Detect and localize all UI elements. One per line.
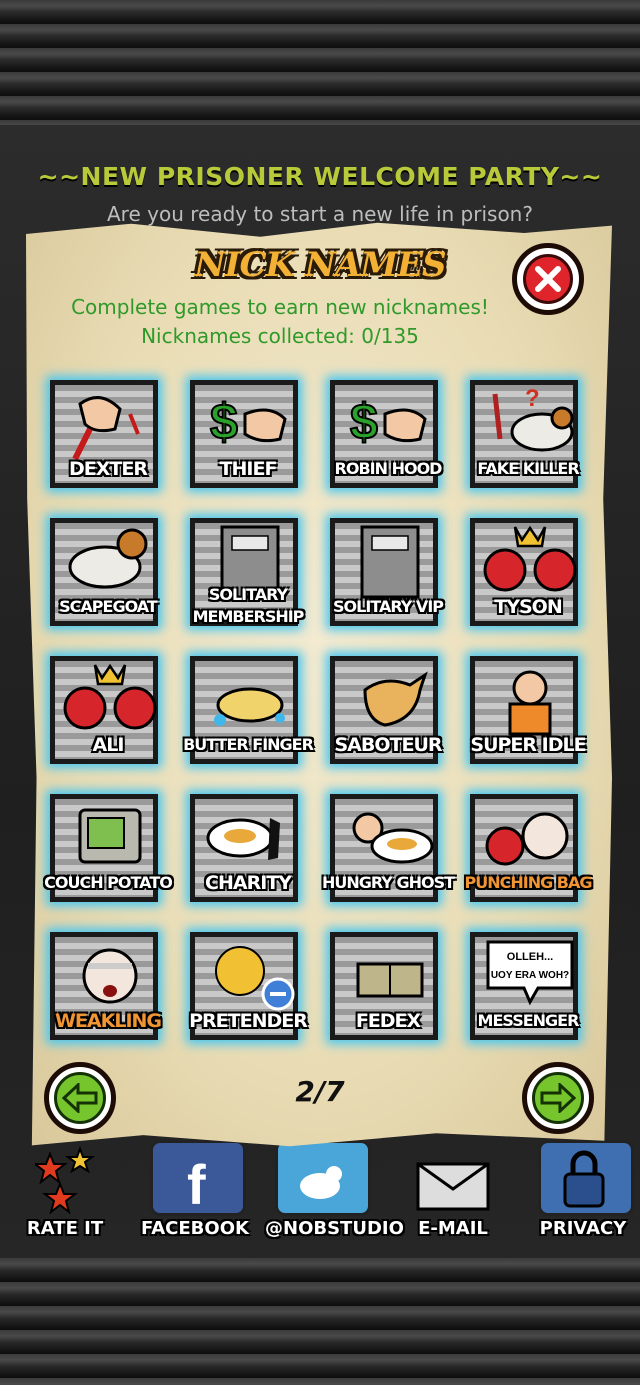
email-label: E-MAIL (418, 1218, 488, 1239)
twitter-button[interactable]: @NOBSTUDIO (265, 1130, 404, 1250)
ram-icon (68, 528, 148, 589)
arrow-right-icon (540, 1083, 576, 1113)
nickname-label: ROBIN HOOD (334, 459, 443, 478)
nickname-label: SOLITARY MEMBERSHIP (192, 585, 305, 626)
social-bar: RATE IT f FACEBOOK @NOBSTUDIO E-MAIL PRI… (0, 1130, 640, 1255)
nickname-card-thief[interactable]: $ THIEF (178, 372, 318, 508)
bandaged-face-icon (82, 948, 138, 1004)
tv-icon (78, 808, 142, 864)
close-button[interactable] (512, 243, 584, 315)
package-icon (356, 962, 424, 998)
nickname-card-charity[interactable]: CHARITY (178, 786, 318, 922)
nickname-label: COUCH POTATO (44, 873, 173, 892)
banner-subtitle: Are you ready to start a new life in pri… (107, 202, 533, 226)
nickname-card-scapegoat[interactable]: SCAPEGOAT (38, 510, 178, 646)
nickname-label: SUPER IDLE (470, 734, 586, 756)
nickname-card-saboteur[interactable]: SABOTEUR (318, 648, 458, 784)
money-hand-icon: $ (349, 393, 427, 451)
fist-plate-icon (352, 812, 434, 864)
food-minus-icon (215, 946, 295, 1011)
nickname-card-fedex[interactable]: FEDEX (318, 924, 458, 1060)
svg-text:?: ? (525, 385, 540, 412)
facebook-icon: f (187, 1153, 206, 1214)
padlock-icon (563, 1150, 605, 1208)
next-page-button[interactable] (522, 1062, 594, 1134)
nickname-label: MESSENGER (477, 1011, 580, 1030)
soap-icon (214, 687, 285, 726)
twitter-icon (300, 1166, 342, 1199)
nickname-label: ALI (92, 734, 125, 756)
bottom-bars (0, 1258, 640, 1385)
facebook-label: FACEBOOK (141, 1218, 249, 1239)
nickname-card-dexter[interactable]: DEXTER (38, 372, 178, 508)
nickname-label: SABOTEUR (334, 734, 442, 756)
bubble-line-1: OLLEH... (507, 951, 553, 963)
email-button[interactable]: E-MAIL (398, 1130, 508, 1250)
top-bars (0, 0, 640, 125)
sleeping-prisoner-icon (508, 670, 552, 736)
privacy-button[interactable]: PRIVACY (528, 1130, 638, 1250)
svg-text:$: $ (350, 394, 378, 450)
nickname-label: WEAKLING (54, 1010, 162, 1032)
svg-text:f: f (187, 1153, 206, 1214)
nickname-grid: DEXTER $ THIEF $ ROBIN HOOD ? FAKE KILLE… (38, 372, 598, 1052)
nickname-label: CHARITY (205, 872, 292, 894)
nickname-card-pretender[interactable]: PRETENDER (178, 924, 318, 1060)
banner-title: ~~NEW PRISONER WELCOME PARTY~~ (37, 162, 603, 191)
nickname-card-hungry-ghost[interactable]: HUNGRY GHOST (318, 786, 458, 922)
bubble-line-2: UOY ERA WOH? (491, 970, 569, 981)
nickname-card-solitary-membership[interactable]: SOLITARY MEMBERSHIP (178, 510, 318, 646)
nickname-label: DEXTER (69, 458, 148, 480)
nickname-card-ali[interactable]: ALI (38, 648, 178, 784)
facebook-button[interactable]: f FACEBOOK (140, 1130, 250, 1250)
nicknames-counter: Nicknames collected: 0/135 (141, 324, 419, 348)
stars-icon (35, 1146, 95, 1214)
boxing-gloves-crown-icon (63, 663, 157, 730)
speech-bubble-icon: OLLEH... UOY ERA WOH? (486, 940, 574, 1006)
nickname-card-messenger[interactable]: OLLEH... UOY ERA WOH? MESSENGER (458, 924, 598, 1060)
nickname-label: FEDEX (355, 1010, 421, 1032)
nickname-card-robin-hood[interactable]: $ ROBIN HOOD (318, 372, 458, 508)
ram-knife-icon: ? (492, 385, 574, 452)
nickname-label: TYSON (494, 596, 562, 618)
nickname-card-solitary-vip[interactable]: SOLITARY VIP (318, 510, 458, 646)
dialog-subtitle: Complete games to earn new nicknames! (71, 295, 489, 319)
nickname-card-fake-killer[interactable]: ? FAKE KILLER (458, 372, 598, 508)
envelope-icon (416, 1162, 490, 1211)
nobstudio-label: @NOBSTUDIO (265, 1218, 404, 1239)
nickname-label: THIEF (219, 458, 278, 480)
nickname-card-punching-bag[interactable]: PUNCHING BAG (458, 786, 598, 922)
nickname-card-super-idle[interactable]: SUPER IDLE (458, 648, 598, 784)
svg-text:$: $ (210, 394, 238, 450)
privacy-label: PRIVACY (539, 1218, 627, 1239)
nickname-label: BUTTER FINGER (183, 735, 314, 754)
rate-it-label: RATE IT (26, 1218, 104, 1239)
nickname-label: PRETENDER (189, 1010, 308, 1032)
nickname-card-weakling[interactable]: WEAKLING (38, 924, 178, 1060)
nickname-label: HUNGRY GHOST (321, 873, 455, 892)
pointing-fist-icon (363, 671, 428, 727)
bandaged-boxer-icon (485, 812, 569, 866)
knife-hand-icon (72, 396, 140, 461)
money-hand-icon: $ (209, 393, 287, 451)
plate-silhouette-icon (206, 818, 280, 860)
boxing-gloves-crown-icon (483, 525, 577, 592)
nickname-label: FAKE KILLER (477, 459, 579, 478)
nickname-label: PUNCHING BAG (464, 873, 593, 892)
nickname-card-tyson[interactable]: TYSON (458, 510, 598, 646)
rate-it-button[interactable]: RATE IT (10, 1130, 120, 1250)
close-icon (535, 266, 561, 292)
solitary-door-icon (360, 525, 420, 599)
nickname-card-butter-finger[interactable]: BUTTER FINGER (178, 648, 318, 784)
nickname-card-couch-potato[interactable]: COUCH POTATO (38, 786, 178, 922)
nickname-label: SOLITARY VIP (333, 597, 444, 616)
nickname-label: SCAPEGOAT (59, 597, 158, 616)
